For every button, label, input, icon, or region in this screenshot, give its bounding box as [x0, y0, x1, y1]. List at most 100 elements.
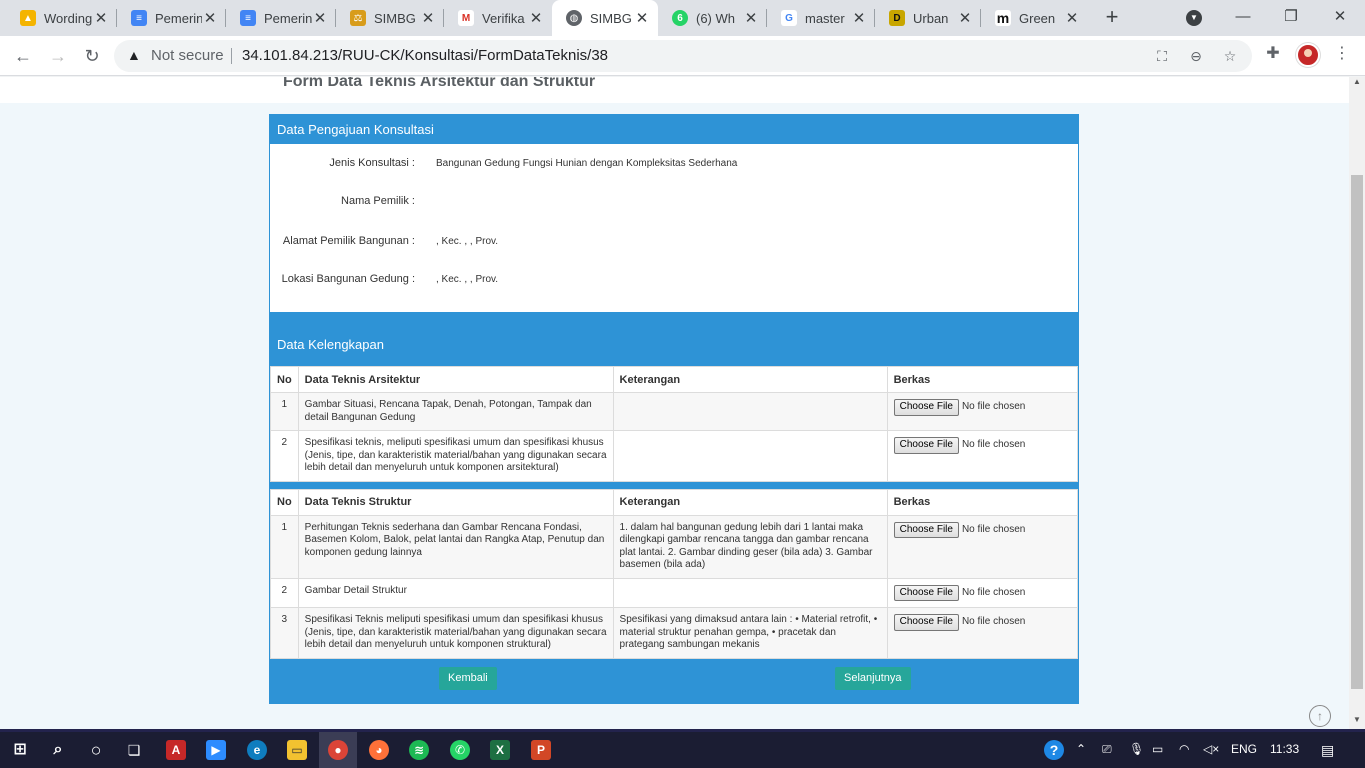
security-label[interactable]: Not secure — [151, 47, 224, 64]
translate-icon[interactable]: ⛶ — [1152, 46, 1172, 66]
selanjutnya-button[interactable]: Selanjutnya — [835, 666, 911, 690]
file-status: No file chosen — [961, 616, 1026, 627]
powerpoint-icon[interactable]: P — [531, 740, 551, 760]
medium-icon: m — [995, 10, 1011, 26]
close-window-button[interactable]: ✕ — [1317, 0, 1363, 36]
close-icon[interactable]: ✕ — [528, 9, 544, 27]
kembali-button[interactable]: Kembali — [439, 666, 497, 690]
browser-tab[interactable]: 6 (6) Wh ✕ — [658, 0, 767, 36]
row-number: 1 — [270, 392, 299, 431]
table-header-row: No Data Teknis Struktur Keterangan Berka… — [270, 488, 1079, 516]
clock[interactable]: 11:33 — [1270, 742, 1299, 756]
close-icon[interactable]: ✕ — [634, 9, 650, 27]
notifications-icon[interactable]: ▤ — [1321, 742, 1334, 759]
browser-tab[interactable]: ▲ Wording ✕ — [6, 0, 117, 36]
back-button[interactable]: ← — [9, 42, 37, 70]
row-keterangan: Spesifikasi yang dimaksud antara lain : … — [612, 607, 888, 659]
forward-button[interactable]: → — [44, 42, 72, 70]
firefox-icon[interactable]: ◕ — [369, 740, 389, 760]
close-icon[interactable]: ✕ — [420, 9, 436, 27]
restore-button[interactable]: ❐ — [1268, 0, 1314, 36]
choose-file-button[interactable]: Choose File — [893, 437, 959, 454]
tray-chevron-icon[interactable]: ⌃ — [1076, 742, 1086, 756]
row-item: Spesifikasi teknis, meliputi spesifikasi… — [297, 430, 614, 482]
close-icon[interactable]: ✕ — [957, 9, 973, 27]
search-icon[interactable]: ⌕ — [48, 740, 68, 760]
browser-tab[interactable]: D Urban ✕ — [875, 0, 981, 36]
url-text[interactable]: 34.101.84.213/RUU-CK/Konsultasi/FormData… — [242, 47, 608, 64]
browser-tab[interactable]: G master ✕ — [767, 0, 875, 36]
task-view-icon[interactable]: ❏ — [124, 740, 144, 760]
battery-icon[interactable]: ▭ — [1152, 742, 1163, 756]
language-indicator[interactable]: ENG — [1231, 742, 1257, 756]
browser-tab[interactable]: ⚖ SIMBG ✕ — [336, 0, 444, 36]
whatsapp-icon[interactable]: ✆ — [450, 740, 470, 760]
file-explorer-icon[interactable]: ▭ — [287, 740, 307, 760]
microphone-icon[interactable]: 🎙 — [1129, 742, 1144, 756]
table-row: 2 Gambar Detail Struktur Choose File No f… — [270, 577, 1079, 608]
close-icon[interactable]: ✕ — [743, 9, 759, 27]
profile-avatar[interactable] — [1296, 43, 1320, 67]
bookmark-star-icon[interactable]: ☆ — [1220, 46, 1240, 66]
scrollbar-thumb[interactable] — [1351, 175, 1363, 689]
address-bar[interactable]: ▲ Not secure 34.101.84.213/RUU-CK/Konsul… — [114, 40, 1252, 72]
reload-button[interactable]: ↻ — [78, 42, 106, 70]
scroll-to-top-icon[interactable]: ↑ — [1309, 705, 1331, 727]
row-item: Spesifikasi Teknis meliputi spesifikasi … — [297, 607, 614, 659]
globe-icon: ◍ — [566, 10, 582, 26]
info-label: Nama Pemilik : — [341, 195, 415, 207]
browser-tab-active[interactable]: ◍ SIMBG ✕ — [552, 0, 658, 36]
choose-file-button[interactable]: Choose File — [893, 614, 959, 631]
page-header: Form Data Teknis Arsitektur dan Struktur — [0, 77, 1349, 103]
warning-icon[interactable]: ▲ — [127, 47, 141, 63]
close-icon[interactable]: ✕ — [93, 9, 109, 27]
row-keterangan — [612, 577, 888, 608]
browser-tab[interactable]: ≡ Pemerin ✕ — [117, 0, 226, 36]
acrobat-icon[interactable]: A — [166, 740, 186, 760]
urban-site-icon: D — [889, 10, 905, 26]
info-label: Jenis Konsultasi : — [329, 157, 415, 169]
zoom-icon[interactable]: ⊖ — [1186, 46, 1206, 66]
spotify-icon[interactable]: ≋ — [409, 740, 429, 760]
browser-tab[interactable]: M Verifika ✕ — [444, 0, 552, 36]
row-berkas: Choose File No file chosen — [886, 607, 1079, 659]
windows-start-icon[interactable]: ⊞ — [10, 740, 30, 760]
help-icon[interactable]: ? — [1044, 740, 1064, 760]
choose-file-button[interactable]: Choose File — [893, 399, 959, 416]
cortana-icon[interactable]: ○ — [86, 740, 106, 760]
browser-tab[interactable]: ≡ Pemerin ✕ — [226, 0, 336, 36]
minimize-button[interactable]: — — [1220, 0, 1266, 36]
close-icon[interactable]: ✕ — [851, 9, 867, 27]
choose-file-button[interactable]: Choose File — [893, 584, 959, 601]
scroll-down-arrow[interactable]: ▼ — [1349, 715, 1365, 729]
new-tab-button[interactable]: + — [1100, 6, 1124, 30]
tab-title: Pemerin — [264, 10, 312, 26]
chrome-icon[interactable]: ● — [328, 740, 348, 760]
volume-muted-icon[interactable]: ◁× — [1203, 742, 1219, 756]
pengajuan-info: Jenis Konsultasi : Bangunan Gedung Fungs… — [270, 144, 1078, 312]
menu-icon[interactable]: ⋮ — [1332, 44, 1352, 64]
table-row: 2 Spesifikasi teknis, meliputi spesifika… — [270, 430, 1079, 482]
pengajuan-heading: Data Pengajuan Konsultasi — [270, 115, 1078, 144]
excel-icon[interactable]: X — [490, 740, 510, 760]
close-icon[interactable]: ✕ — [1064, 9, 1080, 27]
table-row: 1 Perhitungan Teknis sederhana dan Gamba… — [270, 514, 1079, 579]
choose-file-button[interactable]: Choose File — [893, 521, 959, 538]
close-icon[interactable]: ✕ — [312, 9, 328, 27]
edge-icon[interactable]: e — [247, 740, 267, 760]
info-value: , Kec. , , Prov. — [436, 274, 499, 285]
vertical-scrollbar[interactable]: ▲ ▼ — [1349, 77, 1365, 729]
struktur-table: No Data Teknis Struktur Keterangan Berka… — [270, 488, 1079, 659]
zoom-app-icon[interactable]: ▶ — [206, 740, 226, 760]
scroll-up-arrow[interactable]: ▲ — [1349, 77, 1365, 91]
tab-title: Wording — [44, 10, 93, 26]
extensions-icon[interactable]: ✚ — [1263, 44, 1283, 64]
browser-tab[interactable]: m Green ✕ — [981, 0, 1088, 36]
tab-search-icon[interactable]: ▼ — [1186, 10, 1202, 26]
tab-title: Urban — [913, 10, 949, 26]
kelengkapan-heading: Data Kelengkapan — [270, 312, 1078, 366]
meet-now-icon[interactable]: ⎚ — [1102, 742, 1112, 757]
close-icon[interactable]: ✕ — [202, 9, 218, 27]
row-berkas: Choose File No file chosen — [886, 514, 1079, 579]
wifi-icon[interactable]: ◠ — [1179, 742, 1189, 756]
